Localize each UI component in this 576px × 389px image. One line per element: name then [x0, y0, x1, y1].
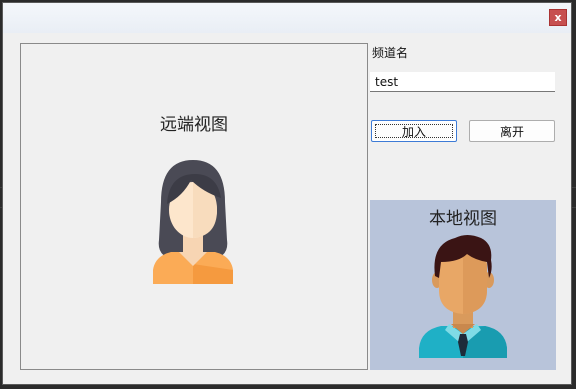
leave-button-label: 离开 — [499, 124, 524, 139]
app-window: x 远端视图 频道名 加入 离开 本地视图 — [2, 2, 572, 385]
remote-video-view: 远端视图 — [20, 43, 368, 370]
leave-button[interactable]: 离开 — [469, 120, 555, 142]
female-user-avatar-icon — [153, 160, 233, 284]
channel-name-label: 频道名 — [372, 46, 409, 60]
local-video-view: 本地视图 — [370, 200, 556, 370]
title-bar: x — [3, 3, 571, 33]
close-icon: x — [554, 11, 562, 24]
local-view-label: 本地视图 — [429, 209, 497, 229]
remote-view-label: 远端视图 — [160, 115, 228, 135]
channel-name-input[interactable] — [370, 72, 555, 92]
join-button[interactable]: 加入 — [371, 120, 457, 142]
close-button[interactable]: x — [549, 9, 567, 26]
male-user-avatar-icon — [419, 235, 507, 358]
